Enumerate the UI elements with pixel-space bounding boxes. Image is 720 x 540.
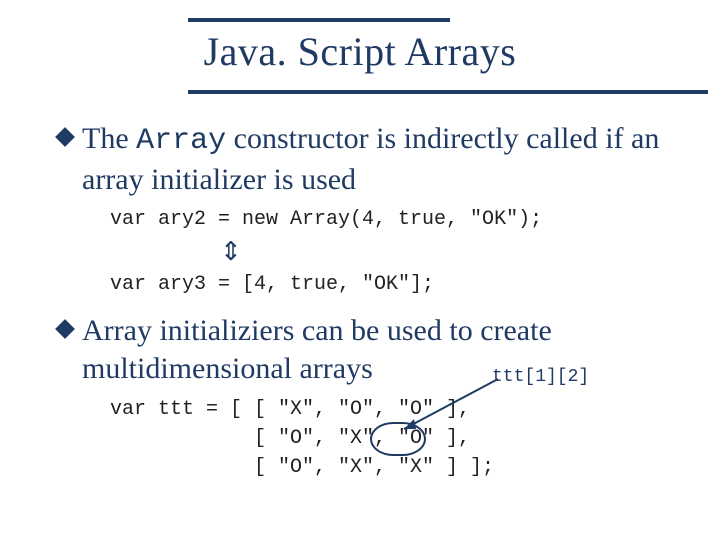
equiv-arrow-icon: ⇕: [220, 239, 670, 265]
code-ary2: var ary2 = new Array(4, true, "OK");: [110, 206, 670, 233]
rule-bottom: [188, 90, 708, 94]
slide-title: Java. Script Arrays: [0, 28, 720, 75]
slide: Java. Script Arrays The Array constructo…: [0, 0, 720, 540]
callout-label: ttt[1][2]: [492, 367, 589, 387]
diamond-icon: [55, 319, 75, 339]
code-ttt-line2: [ "O", "X", "O" ],: [110, 424, 670, 453]
code-ttt-line1: var ttt = [ [ "X", "O", "O" ],: [110, 395, 670, 424]
slide-body: The Array constructor is indirectly call…: [60, 120, 670, 482]
code-ary3: var ary3 = [4, true, "OK"];: [110, 271, 670, 298]
bullet-1: The Array constructor is indirectly call…: [60, 120, 670, 198]
bullet-1-code: Array: [136, 124, 226, 158]
code-ttt-line3: [ "O", "X", "X" ] ];: [110, 453, 670, 482]
ttt-block: ttt[1][2] var ttt = [ [ "X", "O", "O" ],…: [60, 395, 670, 482]
rule-top: [188, 18, 450, 22]
bullet-1-pre: The: [82, 122, 136, 155]
diamond-icon: [55, 127, 75, 147]
